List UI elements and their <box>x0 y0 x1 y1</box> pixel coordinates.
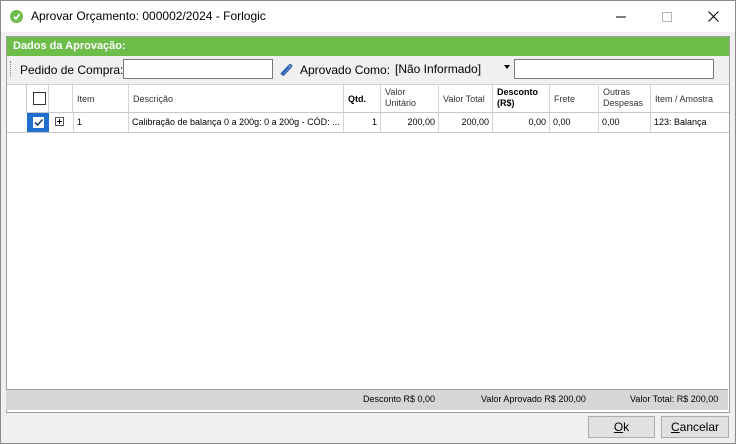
footer-valor-total: Valor Total: R$ 200,00 <box>630 394 719 404</box>
maximize-button[interactable] <box>644 1 690 32</box>
table-row[interactable]: 1 Calibração de balança 0 a 200g: 0 a 20… <box>7 113 729 133</box>
cell-frete[interactable]: 0,00 <box>550 113 599 132</box>
cell-desconto[interactable]: 0,00 <box>493 113 550 132</box>
cell-valor-unitario[interactable]: 200,00 <box>381 113 439 132</box>
footer-valor-aprovado: Valor Aprovado R$ 200,00 <box>481 394 586 404</box>
window-title: Aprovar Orçamento: 000002/2024 - Forlogi… <box>31 9 266 23</box>
ok-button[interactable]: Ok <box>588 416 655 438</box>
col-item[interactable]: Item <box>73 85 129 112</box>
cell-item[interactable]: 1 <box>73 113 129 132</box>
pedido-label: Pedido de Compra: <box>20 63 124 77</box>
row-checkbox[interactable] <box>32 116 45 129</box>
cell-valor-total[interactable]: 200,00 <box>439 113 493 132</box>
approval-panel: Dados da Aprovação: Pedido de Compra: Ap… <box>6 36 730 413</box>
panel-header: Dados da Aprovação: <box>7 37 729 56</box>
minimize-icon <box>616 16 626 17</box>
cell-descricao[interactable]: Calibração de balança 0 a 200g: 0 a 200g… <box>129 113 344 132</box>
plus-icon <box>57 119 62 124</box>
totals-footer: Desconto R$ 0,00 Valor Aprovado R$ 200,0… <box>6 389 728 410</box>
col-valor-unitario[interactable]: Valor Unitário <box>381 85 439 112</box>
approval-toolbar: Pedido de Compra: Aprovado Como: [Não In… <box>7 56 729 85</box>
aprovado-como-value: [Não Informado] <box>395 62 482 76</box>
cell-qtd[interactable]: 1 <box>344 113 381 132</box>
expander-column <box>49 85 73 112</box>
expand-row-icon[interactable] <box>55 117 64 126</box>
toolbar-grip[interactable] <box>10 61 13 77</box>
cell-outras-despesas[interactable]: 0,00 <box>599 113 651 132</box>
select-all-checkbox[interactable] <box>33 92 46 105</box>
col-desconto[interactable]: Desconto (R$) <box>493 85 550 112</box>
close-button[interactable] <box>690 1 736 32</box>
pedido-compra-input[interactable] <box>123 59 273 79</box>
aprovado-como-select[interactable]: [Não Informado] <box>391 59 513 79</box>
col-valor-total[interactable]: Valor Total <box>439 85 493 112</box>
aprovado-extra-input[interactable] <box>514 59 714 79</box>
cell-item-amostra[interactable]: 123: Balança <box>651 113 729 132</box>
panel-title: Dados da Aprovação: <box>13 40 126 52</box>
aprovado-label: Aprovado Como: <box>300 63 391 77</box>
footer-desconto: Desconto R$ 0,00 <box>363 394 436 404</box>
items-grid: Item Descrição Qtd. Valor Unitário Valor… <box>7 85 729 411</box>
chevron-down-icon <box>504 65 510 69</box>
minimize-button[interactable] <box>598 1 644 32</box>
col-qtd[interactable]: Qtd. <box>344 85 381 112</box>
col-outras-despesas[interactable]: Outras Despesas <box>599 85 651 112</box>
col-descricao[interactable]: Descrição <box>129 85 344 112</box>
col-item-amostra[interactable]: Item / Amostra <box>651 85 729 112</box>
maximize-icon <box>662 11 672 22</box>
row-select-cell[interactable] <box>27 113 49 132</box>
checkmark-icon <box>34 118 44 127</box>
grid-header: Item Descrição Qtd. Valor Unitário Valor… <box>7 85 729 113</box>
col-frete[interactable]: Frete <box>550 85 599 112</box>
forlogic-logo-icon <box>10 10 23 23</box>
close-icon <box>707 11 719 22</box>
attach-clip-icon[interactable] <box>278 62 294 77</box>
cancel-button[interactable]: Cancelar <box>661 416 729 438</box>
title-bar[interactable]: Aprovar Orçamento: 000002/2024 - Forlogi… <box>1 1 735 32</box>
